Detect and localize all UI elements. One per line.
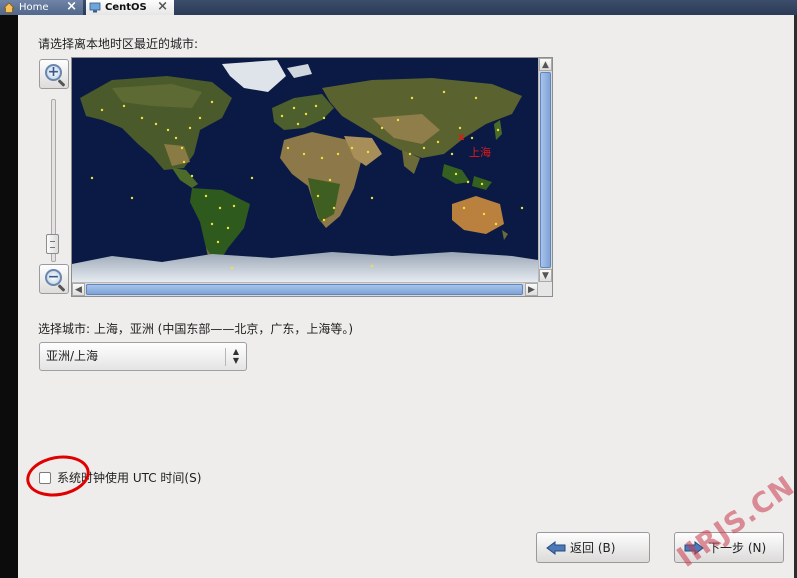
map-vertical-scrollbar[interactable]: ▲ ▼ — [538, 58, 552, 282]
updown-icon: ▲ ▼ — [232, 347, 240, 365]
timezone-combo[interactable]: 亚洲/上海 ▲ ▼ — [39, 342, 247, 371]
timezone-prompt: 请选择离本地时区最近的城市: — [38, 37, 199, 51]
tab-centos[interactable]: CentOS × — [86, 0, 174, 15]
zoom-in-button[interactable]: + — [39, 59, 69, 89]
close-icon[interactable]: × — [66, 0, 77, 14]
world-map-frame: x 上海 ▲ ▼ ◀ ▶ — [71, 57, 553, 297]
timezone-panel: 请选择离本地时区最近的城市: + − x 上海 ▲ ▼ ◀ ▶ 选择城市: 上海… — [18, 15, 797, 578]
tab-home-label: Home — [19, 2, 49, 13]
annotation-circle — [23, 450, 93, 502]
home-icon — [3, 2, 15, 13]
close-icon[interactable]: × — [157, 0, 168, 14]
map-marker-label: 上海 — [469, 146, 491, 159]
scroll-down-icon[interactable]: ▼ — [539, 269, 552, 282]
tab-bar: Home × CentOS × — [0, 0, 797, 15]
zoom-slider-handle[interactable] — [46, 234, 59, 254]
selected-city-text: 选择城市: 上海，亚洲 (中国东部——北京，广东，上海等。) — [38, 322, 354, 336]
world-map-graphic: x — [72, 60, 538, 282]
back-button-label: 返回 (B) — [570, 541, 616, 555]
map-vscroll-thumb[interactable] — [540, 72, 551, 268]
timezone-combo-value: 亚洲/上海 — [46, 349, 99, 363]
back-button[interactable]: 返回 (B) — [536, 532, 650, 563]
tab-home[interactable]: Home × — [0, 0, 83, 15]
map-hscroll-thumb[interactable] — [86, 284, 523, 295]
world-map[interactable]: x 上海 — [72, 58, 538, 282]
window-left-edge — [0, 15, 18, 578]
scroll-up-icon[interactable]: ▲ — [539, 58, 552, 71]
zoom-out-button[interactable]: − — [39, 264, 69, 294]
vm-icon — [89, 2, 101, 13]
scroll-right-icon[interactable]: ▶ — [525, 283, 538, 296]
tab-centos-label: CentOS — [105, 2, 147, 13]
scroll-left-icon[interactable]: ◀ — [72, 283, 85, 296]
selected-city-marker-icon: x — [458, 132, 465, 143]
back-arrow-icon — [546, 540, 566, 555]
map-horizontal-scrollbar[interactable]: ◀ ▶ — [72, 282, 538, 296]
